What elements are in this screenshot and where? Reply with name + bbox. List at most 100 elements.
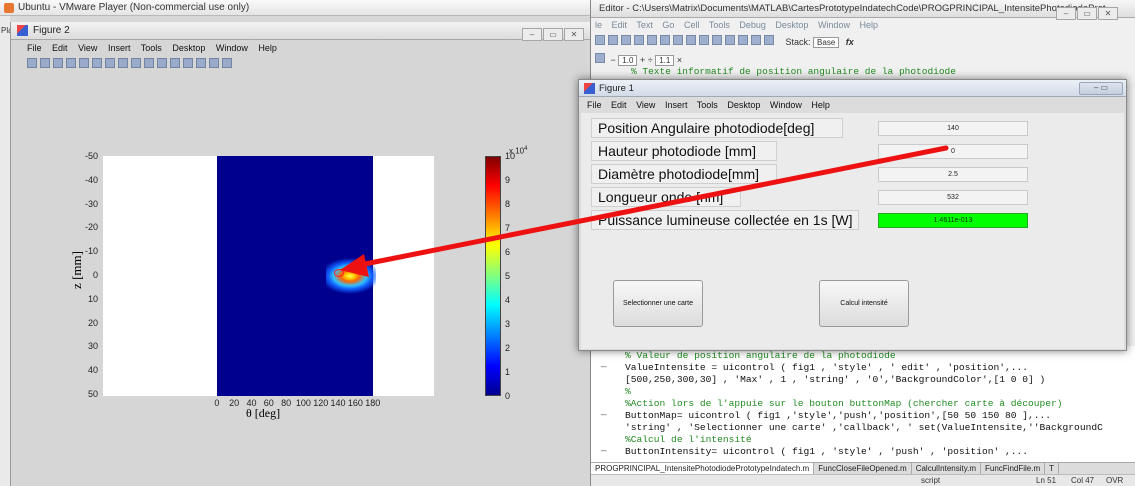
fx-icon[interactable]: fx [846, 37, 854, 47]
menu-text[interactable]: Text [636, 20, 653, 30]
rotate-icon[interactable] [131, 58, 141, 68]
forward-icon[interactable] [725, 35, 735, 45]
menu-go[interactable]: Go [662, 20, 674, 30]
tab-progprincipal[interactable]: PROGPRINCIPAL_IntensitePhotodiodePrototy… [591, 463, 815, 474]
menu-window[interactable]: Window [818, 20, 850, 30]
back-icon[interactable] [712, 35, 722, 45]
code-line[interactable]: %Calcul de l'intensité [625, 434, 752, 445]
code-line[interactable]: 'string' , 'Selectionner une carte' ,'ca… [625, 422, 1103, 433]
menu-window[interactable]: Window [216, 43, 248, 53]
zoom-in-icon[interactable] [92, 58, 102, 68]
menu-help[interactable]: Help [859, 20, 878, 30]
stack-select[interactable]: Base [813, 37, 840, 48]
figure1-window-controls[interactable]: – ▭ [1079, 82, 1123, 95]
angular-position-field[interactable]: 140 [878, 121, 1028, 136]
print-icon[interactable] [66, 58, 76, 68]
colorbar-icon[interactable] [183, 58, 193, 68]
cut-icon[interactable] [634, 35, 644, 45]
editor-titlebar[interactable]: Editor - C:\Users\Matrix\Documents\MATLA… [591, 0, 1135, 18]
menu-file[interactable]: File [587, 100, 602, 110]
open-file-icon[interactable] [608, 35, 618, 45]
menu-desktop[interactable]: Desktop [775, 20, 808, 30]
code-line[interactable]: %Action lors de l'appuie sur le bouton b… [625, 398, 1063, 409]
figure2-toolbar [11, 55, 591, 69]
menu-edit[interactable]: Edit [612, 20, 628, 30]
increment-button[interactable]: + [640, 55, 645, 65]
figure2-titlebar[interactable]: Figure 2 [11, 22, 591, 40]
figure1-window: Figure 1 – ▭ File Edit View Insert Tools… [578, 79, 1127, 351]
copy-icon[interactable] [647, 35, 657, 45]
undo-icon[interactable] [673, 35, 683, 45]
new-figure-icon[interactable] [27, 58, 37, 68]
menu-help[interactable]: Help [811, 100, 830, 110]
new-file-icon[interactable] [595, 35, 605, 45]
menu-edit[interactable]: Edit [611, 100, 627, 110]
select-map-button[interactable]: Selectionner une carte [613, 280, 703, 327]
compute-intensity-button[interactable]: Calcul intensité [819, 280, 909, 327]
menu-file[interactable]: le [595, 20, 602, 30]
redo-icon[interactable] [686, 35, 696, 45]
diameter-field[interactable]: 2.5 [878, 167, 1028, 182]
code-line[interactable]: % [625, 386, 631, 397]
find-icon[interactable] [699, 35, 709, 45]
hide-tools-icon[interactable] [209, 58, 219, 68]
open-file-icon[interactable] [40, 58, 50, 68]
save-icon[interactable] [53, 58, 63, 68]
menu-help[interactable]: Help [258, 43, 277, 53]
code-line[interactable]: ValueIntensite = uicontrol ( fig1 , 'sty… [625, 362, 1028, 373]
menu-tools[interactable]: Tools [697, 100, 718, 110]
data-cursor-icon[interactable] [144, 58, 154, 68]
function-icon[interactable] [738, 35, 748, 45]
y-tick-label: 20 [87, 317, 98, 328]
code-line[interactable]: ButtonMap= uicontrol ( fig1 ,'style','pu… [625, 410, 1051, 421]
cell-value-input-1[interactable]: 1.0 [618, 55, 638, 66]
menu-file[interactable]: File [27, 43, 42, 53]
close-button[interactable]: ✕ [564, 28, 584, 41]
pan-icon[interactable] [118, 58, 128, 68]
link-icon[interactable] [170, 58, 180, 68]
menu-window[interactable]: Window [770, 100, 802, 110]
brush-icon[interactable] [157, 58, 167, 68]
legend-icon[interactable] [196, 58, 206, 68]
tab-funcclosefileopened[interactable]: FuncCloseFileOpened.m [814, 463, 912, 474]
menu-tools[interactable]: Tools [709, 20, 730, 30]
figure2-title: Figure 2 [33, 25, 70, 36]
decrement-button[interactable]: − [611, 55, 616, 65]
wavelength-field[interactable]: 532 [878, 190, 1028, 205]
menu-desktop[interactable]: Desktop [172, 43, 205, 53]
breakpoint-icon[interactable] [751, 35, 761, 45]
code-line[interactable]: ButtonIntensity= uicontrol ( fig1 , 'sty… [625, 446, 1028, 457]
paste-icon[interactable] [660, 35, 670, 45]
vmware-title: Ubuntu - VMware Player (Non-commercial u… [18, 2, 250, 13]
pointer-icon[interactable] [79, 58, 89, 68]
figure1-titlebar[interactable]: Figure 1 [579, 80, 1126, 97]
cell-value-input-2[interactable]: 1.1 [655, 55, 675, 66]
collected-power-field[interactable]: 1.4611e-013 [878, 213, 1028, 228]
menu-insert[interactable]: Insert [108, 43, 131, 53]
menu-desktop[interactable]: Desktop [727, 100, 760, 110]
divide-button[interactable]: ÷ [648, 55, 653, 65]
x-tick-label: 80 [281, 398, 292, 408]
menu-insert[interactable]: Insert [665, 100, 688, 110]
menu-debug[interactable]: Debug [739, 20, 766, 30]
menu-tools[interactable]: Tools [141, 43, 162, 53]
show-tools-icon[interactable] [222, 58, 232, 68]
multiply-button[interactable]: × [677, 55, 682, 65]
menu-view[interactable]: View [78, 43, 97, 53]
tab-more[interactable]: T [1045, 463, 1060, 474]
save-icon[interactable] [621, 35, 631, 45]
tab-funcfindfile[interactable]: FuncFindFile.m [981, 463, 1046, 474]
tab-calculintensity[interactable]: CalculIntensity.m [912, 463, 982, 474]
menu-view[interactable]: View [636, 100, 655, 110]
zoom-out-icon[interactable] [105, 58, 115, 68]
minimize-button[interactable]: – [522, 28, 542, 41]
code-line[interactable]: [500,250,300,30] , 'Max' , 1 , 'string' … [625, 374, 1045, 385]
cell-mode-icon[interactable] [595, 53, 605, 63]
menu-edit[interactable]: Edit [52, 43, 68, 53]
code-editor[interactable]: % Valeur de position angulaire de la pho… [591, 346, 1135, 462]
height-field[interactable]: 0 [878, 144, 1028, 159]
code-line[interactable]: % Valeur de position angulaire de la pho… [625, 350, 896, 361]
menu-cell[interactable]: Cell [684, 20, 700, 30]
run-icon[interactable] [764, 35, 774, 45]
maximize-button[interactable]: ▭ [543, 28, 563, 41]
